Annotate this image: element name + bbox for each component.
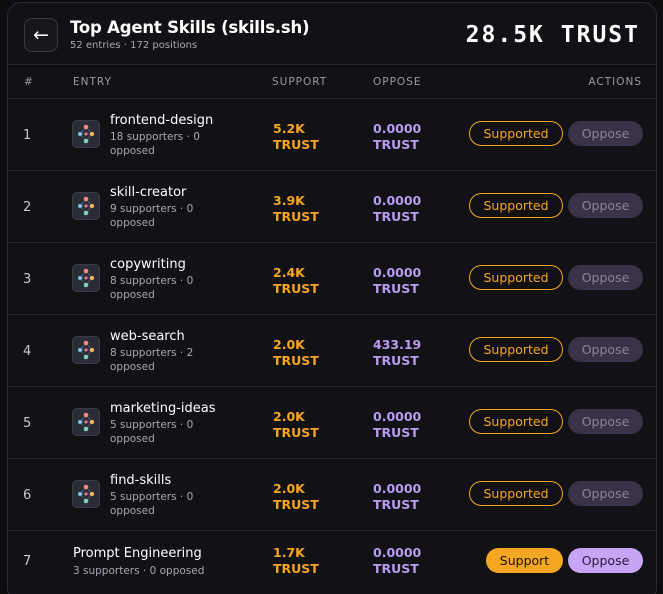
oppose-value: 433.19 TRUST xyxy=(373,337,422,368)
support-value: 2.0K TRUST xyxy=(273,409,319,440)
oppose-value: 0.0000 TRUST xyxy=(373,481,422,512)
row-rank: 4 xyxy=(23,344,32,359)
entry-meta: 8 supporters · 0 opposed xyxy=(110,275,194,301)
oppose-button[interactable]: Oppose xyxy=(568,193,643,218)
entry-name[interactable]: web-search xyxy=(110,329,185,344)
entry-name[interactable]: Prompt Engineering xyxy=(73,546,202,561)
page-title: Top Agent Skills (skills.sh) xyxy=(70,18,310,37)
table-row[interactable]: 6 find-skills 5 supporters · 0 opposed 2… xyxy=(8,459,656,531)
entry-name[interactable]: copywriting xyxy=(110,257,186,272)
support-value: 5.2K TRUST xyxy=(273,121,319,152)
header: ← Top Agent Skills (skills.sh) 52 entrie… xyxy=(8,3,656,65)
skill-graph-icon xyxy=(72,480,100,508)
support-value: 2.4K TRUST xyxy=(273,265,319,296)
entry-meta: 5 supporters · 0 opposed xyxy=(110,491,194,517)
leaderboard-panel: ← Top Agent Skills (skills.sh) 52 entrie… xyxy=(7,2,657,594)
oppose-button[interactable]: Oppose xyxy=(568,481,643,506)
skill-graph-icon xyxy=(72,336,100,364)
table-row[interactable]: 2 skill-creator 9 supporters · 0 opposed… xyxy=(8,171,656,243)
table-row[interactable]: 5 marketing-ideas 5 supporters · 0 oppos… xyxy=(8,387,656,459)
table-row[interactable]: 3 copywriting 8 supporters · 0 opposed 2… xyxy=(8,243,656,315)
support-value: 2.0K TRUST xyxy=(273,337,319,368)
oppose-button[interactable]: Oppose xyxy=(568,409,643,434)
support-value: 2.0K TRUST xyxy=(273,481,319,512)
table-row[interactable]: 1 frontend-design 18 supporters · 0 oppo… xyxy=(8,99,656,171)
oppose-button[interactable]: Oppose xyxy=(568,265,643,290)
supported-button[interactable]: Supported xyxy=(469,409,563,434)
entry-name[interactable]: find-skills xyxy=(110,473,171,488)
oppose-value: 0.0000 TRUST xyxy=(373,121,422,152)
back-button[interactable]: ← xyxy=(24,18,58,52)
support-value: 1.7K TRUST xyxy=(273,545,319,576)
row-rank: 5 xyxy=(23,416,32,431)
oppose-button[interactable]: Oppose xyxy=(568,121,643,146)
skill-graph-icon xyxy=(72,120,100,148)
supported-button[interactable]: Supported xyxy=(469,265,563,290)
oppose-button[interactable]: Oppose xyxy=(568,548,643,573)
arrow-left-icon: ← xyxy=(33,23,49,46)
skill-graph-icon xyxy=(72,264,100,292)
skill-graph-icon xyxy=(72,408,100,436)
column-oppose: OPPOSE xyxy=(373,76,422,88)
row-rank: 7 xyxy=(23,554,32,569)
entry-name[interactable]: skill-creator xyxy=(110,185,186,200)
row-rank: 3 xyxy=(23,272,32,287)
support-value: 3.9K TRUST xyxy=(273,193,319,224)
total-trust: 28.5K TRUST xyxy=(465,22,640,48)
support-button[interactable]: Support xyxy=(486,548,563,573)
oppose-value: 0.0000 TRUST xyxy=(373,409,422,440)
entry-name[interactable]: frontend-design xyxy=(110,113,213,128)
oppose-value: 0.0000 TRUST xyxy=(373,193,422,224)
entry-meta: 5 supporters · 0 opposed xyxy=(110,419,194,445)
table-row[interactable]: 7 Prompt Engineering 3 supporters · 0 op… xyxy=(8,531,656,593)
supported-button[interactable]: Supported xyxy=(469,337,563,362)
supported-button[interactable]: Supported xyxy=(469,121,563,146)
column-rank: # xyxy=(24,76,34,88)
skill-graph-icon xyxy=(72,192,100,220)
table-row[interactable]: 4 web-search 8 supporters · 2 opposed 2.… xyxy=(8,315,656,387)
supported-button[interactable]: Supported xyxy=(469,193,563,218)
entry-meta: 18 supporters · 0 opposed xyxy=(110,131,200,157)
column-entry: ENTRY xyxy=(73,76,112,88)
column-actions: ACTIONS xyxy=(588,76,642,88)
oppose-value: 0.0000 TRUST xyxy=(373,545,422,576)
oppose-button[interactable]: Oppose xyxy=(568,337,643,362)
table-header: # ENTRY SUPPORT OPPOSE ACTIONS xyxy=(8,65,656,99)
page-subtitle: 52 entries · 172 positions xyxy=(70,40,198,51)
entry-meta: 9 supporters · 0 opposed xyxy=(110,203,194,229)
oppose-value: 0.0000 TRUST xyxy=(373,265,422,296)
entry-meta: 3 supporters · 0 opposed xyxy=(73,565,205,577)
row-rank: 2 xyxy=(23,200,32,215)
entry-meta: 8 supporters · 2 opposed xyxy=(110,347,194,373)
entry-name[interactable]: marketing-ideas xyxy=(110,401,216,416)
row-rank: 6 xyxy=(23,488,32,503)
supported-button[interactable]: Supported xyxy=(469,481,563,506)
column-support: SUPPORT xyxy=(272,76,328,88)
row-rank: 1 xyxy=(23,128,32,143)
